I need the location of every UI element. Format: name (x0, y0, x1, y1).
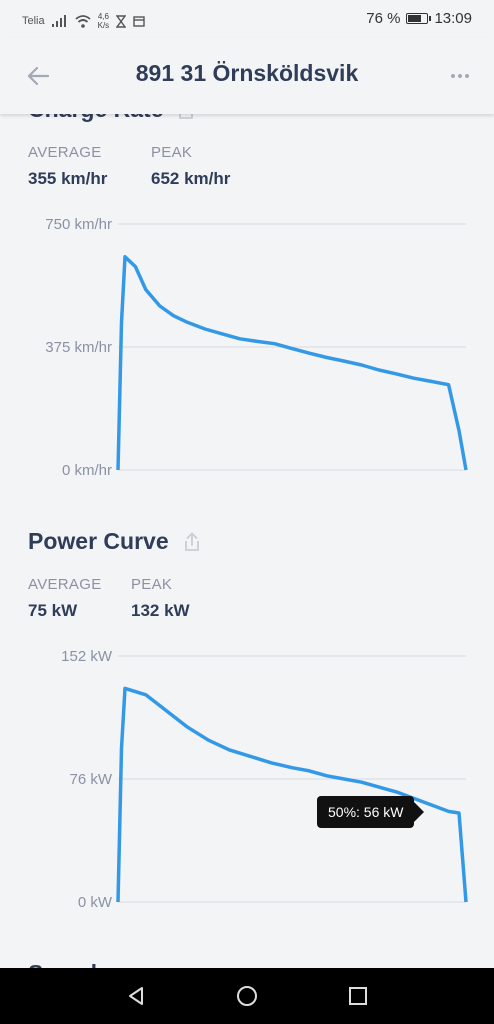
power-curve-chart[interactable]: 152 kW 76 kW 0 kW (0, 636, 494, 916)
status-right: 76 % 13:09 (366, 10, 472, 27)
charge-rate-chart[interactable]: 750 km/hr 375 km/hr 0 km/hr (0, 204, 494, 484)
speed-title-text: Speed (28, 960, 97, 968)
net-speed-value: 4,6 (97, 12, 109, 21)
battery-icon (406, 13, 432, 24)
series-line (116, 686, 468, 903)
content-scroll[interactable]: Charge Rate AVERAGE 355 km/hr PEAK 652 k… (0, 114, 494, 968)
nav-back-button[interactable] (116, 976, 156, 1016)
stat-value: 355 km/hr (28, 169, 108, 188)
share-icon[interactable] (183, 531, 201, 552)
stat-label: PEAK (151, 144, 193, 161)
share-icon[interactable] (177, 114, 195, 120)
power-average-stat: AVERAGE 75 kW (28, 576, 102, 621)
y-tick-label: 152 kW (61, 648, 113, 665)
net-speed-unit: K/s (97, 21, 110, 30)
stat-label: PEAK (131, 576, 173, 593)
y-tick-label: 375 km/hr (45, 339, 112, 356)
clock: 13:09 (434, 10, 472, 27)
power-curve-title: Power Curve (28, 528, 201, 555)
charge-average-stat: AVERAGE 355 km/hr (28, 144, 107, 189)
power-curve-title-text: Power Curve (28, 528, 169, 554)
speed-section-title: Speed (28, 960, 97, 968)
status-left: Telia 4,6 K/s (22, 12, 145, 30)
stat-label: AVERAGE (28, 576, 102, 593)
app-header: 891 31 Örnsköldsvik (0, 38, 494, 114)
signal-icon (51, 15, 66, 27)
net-speed: 4,6 K/s (98, 12, 110, 30)
system-nav-bar (0, 968, 494, 1024)
nav-home-button[interactable] (227, 976, 267, 1016)
circle-home-icon (236, 986, 257, 1006)
hourglass-icon (116, 14, 127, 28)
more-horizontal-icon (451, 74, 469, 78)
calendar-icon (133, 16, 145, 27)
charge-rate-title: Charge Rate (28, 114, 195, 123)
charge-rate-title-text: Charge Rate (28, 114, 163, 123)
carrier-label: Telia (22, 15, 45, 27)
stat-label: AVERAGE (28, 144, 102, 161)
chart-tooltip: 50%: 56 kW (317, 796, 426, 828)
stat-value: 652 km/hr (151, 169, 231, 188)
nav-recents-button[interactable] (338, 976, 378, 1016)
wifi-icon (75, 14, 91, 28)
battery-percent: 76 % (366, 10, 401, 27)
y-tick-label: 76 kW (69, 771, 112, 788)
status-bar: Telia 4,6 K/s 76 % 13:09 (0, 0, 494, 38)
charge-peak-stat: PEAK 652 km/hr (151, 144, 230, 189)
y-tick-label: 750 km/hr (45, 216, 112, 233)
page-title: 891 31 Örnsköldsvik (135, 60, 359, 86)
y-tick-label: 0 kW (78, 894, 113, 911)
stat-value: 132 kW (131, 601, 190, 620)
square-recents-icon (349, 987, 368, 1005)
stat-value: 75 kW (28, 601, 78, 620)
more-button[interactable] (444, 62, 476, 90)
y-tick-label: 0 km/hr (62, 462, 112, 479)
triangle-back-icon (128, 987, 143, 1005)
power-peak-stat: PEAK 132 kW (131, 576, 190, 621)
series-line (116, 255, 468, 471)
